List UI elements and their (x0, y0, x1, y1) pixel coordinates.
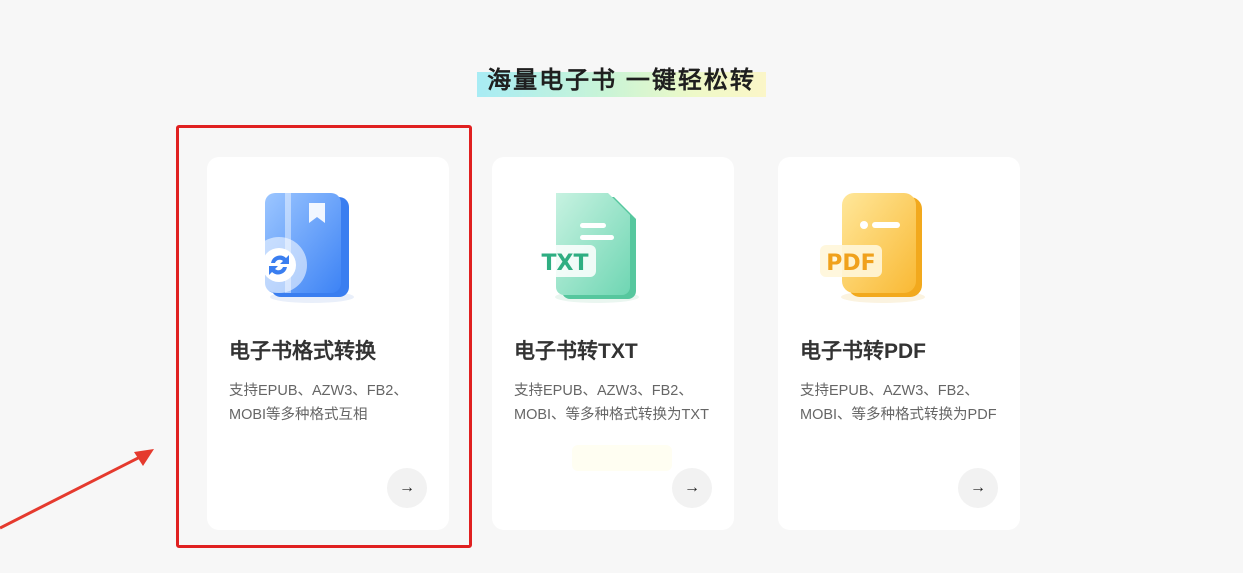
card-ebook-to-pdf[interactable]: PDF 电子书转PDF 支持EPUB、AZW3、FB2、MOBI、等多种格式转换… (778, 157, 1020, 530)
txt-icon-label: TXT (542, 251, 589, 276)
card-title: 电子书格式转换 (229, 340, 376, 363)
section-header: 海量电子书 一键轻松转 (0, 60, 1243, 102)
ebook-convert-icon (237, 185, 367, 315)
card-description: 支持EPUB、AZW3、FB2、MOBI等多种格式互相 (229, 383, 408, 423)
arrow-right-icon[interactable]: → (958, 468, 998, 508)
card-description: 支持EPUB、AZW3、FB2、MOBI、等多种格式转换为PDF (800, 383, 997, 423)
faint-highlight (572, 445, 672, 471)
pdf-icon-label: PDF (826, 251, 875, 276)
arrow-right-icon[interactable]: → (672, 468, 712, 508)
pdf-file-icon: PDF (808, 185, 938, 315)
card-ebook-to-txt[interactable]: TXT 电子书转TXT 支持EPUB、AZW3、FB2、MOBI、等多种格式转换… (492, 157, 734, 530)
card-ebook-format-convert[interactable]: 电子书格式转换 支持EPUB、AZW3、FB2、MOBI等多种格式互相 → (207, 157, 449, 530)
card-description: 支持EPUB、AZW3、FB2、MOBI、等多种格式转换为TXT (514, 383, 709, 423)
arrow-right-icon[interactable]: → (387, 468, 427, 508)
card-title: 电子书转TXT (514, 340, 638, 363)
txt-file-icon: TXT (522, 185, 652, 315)
card-title: 电子书转PDF (800, 340, 926, 363)
page-title: 海量电子书 一键轻松转 (477, 60, 766, 102)
annotation-arrow-icon (0, 449, 154, 530)
